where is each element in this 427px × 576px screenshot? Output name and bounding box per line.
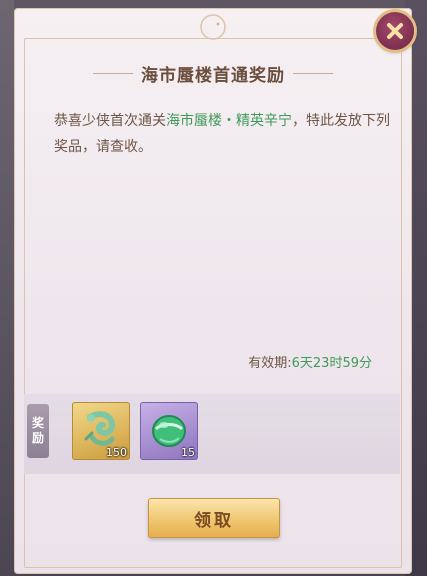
reward-tag-char-2: 励: [31, 431, 44, 445]
close-icon: [387, 23, 403, 39]
close-button[interactable]: [376, 12, 414, 50]
item-count: 15: [181, 446, 195, 459]
reward-tag: 奖 励: [27, 404, 49, 458]
validity-period: 有效期:6天23时59分: [248, 352, 372, 371]
dialog-header: 海市蜃楼首通奖励: [14, 56, 412, 90]
dialog-title: 海市蜃楼首通奖励: [141, 65, 285, 86]
claim-button[interactable]: 领取: [148, 498, 280, 538]
validity-label: 有效期:: [248, 356, 292, 371]
crescent-ornament-icon: [200, 14, 226, 40]
reward-dialog: 海市蜃楼首通奖励 恭喜少侠首次通关海市蜃楼・精英辛宁，特此发放下列奖品，请查收。…: [14, 8, 412, 574]
reward-item-jade-pendant[interactable]: 150: [72, 402, 130, 460]
stage-name-highlight: 海市蜃楼・精英辛宁: [166, 113, 292, 129]
reward-item-jade-orb[interactable]: 15: [140, 402, 198, 460]
reward-tag-char-1: 奖: [31, 416, 44, 430]
message-text-before: 恭喜少侠首次通关: [54, 113, 166, 129]
title-divider-right: [293, 72, 333, 74]
validity-time: 6天23时59分: [291, 356, 372, 371]
reward-message: 恭喜少侠首次通关海市蜃楼・精英辛宁，特此发放下列奖品，请查收。: [54, 108, 394, 160]
background-scene-left: [0, 0, 14, 576]
title-divider-left: [93, 72, 133, 74]
item-count: 150: [106, 446, 127, 459]
